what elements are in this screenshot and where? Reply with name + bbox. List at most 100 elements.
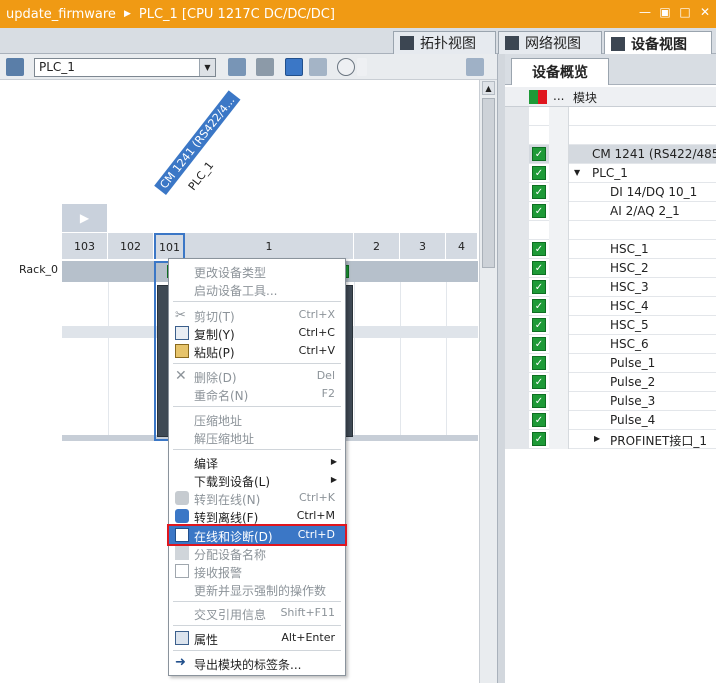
table-row[interactable]: ✓ HSC_6 [505,335,716,354]
table-row[interactable]: ✓ AI 2/AQ 2_1 [505,202,716,221]
menu-item-download-to-device[interactable]: 下载到设备(L) ▶ [169,471,345,489]
grid-icon[interactable] [228,58,246,76]
menu-item-export-labels[interactable]: ➜ 导出模块的标签条... [169,654,345,673]
tab-device-view[interactable]: 设备视图 [604,31,712,55]
zoom-dropdown-icon[interactable] [357,58,367,76]
menu-item-rename[interactable]: 重命名(N) F2 [169,385,345,403]
scissors-icon: ✂ [175,308,186,323]
table-row[interactable]: ✓ CM 1241 (RS422/485... [505,145,716,164]
tab-device-overview[interactable]: 设备概览 [511,58,609,85]
slot-header-row: 103 102 101 1 2 3 4 [62,233,478,259]
breadcrumb-device[interactable]: PLC_1 [CPU 1217C DC/DC/DC] [139,7,335,22]
name-icon[interactable] [256,58,274,76]
table-row[interactable] [505,126,716,145]
maximize-icon[interactable]: □ [678,5,692,19]
table-row[interactable]: ✓ Pulse_1 [505,354,716,373]
menu-item-shortcut: Ctrl+K [298,491,335,504]
table-row[interactable]: ✓ Pulse_2 [505,373,716,392]
menu-item-assign-device-name[interactable]: 分配设备名称 [169,544,345,562]
row-gutter [505,164,529,183]
minimize-icon[interactable]: — [638,5,652,19]
menu-item-go-online[interactable]: 转到在线(N) Ctrl+K [169,489,345,507]
check-icon: ✓ [532,413,546,427]
column-header-module[interactable]: 模块 [573,89,597,106]
scroll-up-icon[interactable]: ▲ [482,81,495,95]
menu-item-decompress-address[interactable]: 解压缩地址 [169,428,345,446]
scrollbar-thumb[interactable] [482,98,495,268]
table-row[interactable]: ✓ HSC_3 [505,278,716,297]
row-dots-cell [549,164,569,183]
table-row[interactable]: ✓ DI 14/DQ 10_1 [505,183,716,202]
table-row[interactable] [505,221,716,240]
row-gutter [505,316,529,335]
module-name: HSC_6 [610,337,649,351]
rack-view-icon[interactable] [6,58,24,76]
module-label-plc[interactable]: PLC_1 [186,159,217,193]
menu-item-compress-address[interactable]: 压缩地址 [169,410,345,428]
menu-item-cross-reference[interactable]: 交叉引用信息 Shift+F11 [169,604,345,622]
menu-item-update-forced-operands[interactable]: 更新并显示强制的操作数 [169,580,345,598]
menu-item-delete[interactable]: ✕ 删除(D) Del [169,367,345,385]
menu-item-properties[interactable]: 属性 Alt+Enter [169,629,345,647]
slot-3[interactable]: 3 [400,233,446,259]
menu-item-start-device-tool[interactable]: 启动设备工具... [169,280,345,298]
menu-item-online-diagnostics[interactable]: 在线和诊断(D) Ctrl+D [167,524,347,546]
slot-2[interactable]: 2 [354,233,400,259]
row-dots-cell [549,392,569,411]
check-icon: ✓ [532,299,546,313]
check-icon: ✓ [532,204,546,218]
slot-divider [354,282,355,440]
menu-item-go-offline[interactable]: 转到离线(F) Ctrl+M [169,507,345,525]
menu-item-shortcut: Ctrl+V [298,344,335,357]
splitter-handle[interactable] [497,54,505,683]
tab-network-view[interactable]: 网络视图 [498,31,602,54]
show-labels-icon[interactable] [285,58,303,76]
column-header-dots[interactable]: ... [553,89,564,103]
expand-icon[interactable]: ▶ [594,434,600,443]
status-column-icon[interactable] [529,90,547,104]
vertical-scrollbar[interactable]: ▲ [479,80,497,683]
slot-expander-icon[interactable]: ▶ [62,204,107,232]
module-name: PROFINET接口_1 [610,434,707,448]
slot-4[interactable]: 4 [446,233,478,259]
menu-item-compile[interactable]: 编译 ▶ [169,453,345,471]
table-row[interactable]: ✓ Pulse_4 [505,411,716,430]
slot-103[interactable]: 103 [62,233,108,259]
collapse-icon[interactable]: ▼ [574,168,580,177]
slot-1[interactable]: 1 [185,233,354,259]
restore-icon[interactable]: ▣ [658,5,672,19]
module-name: Pulse_3 [610,394,656,408]
device-overview-pane: 设备概览 ... 模块 ✓ CM 1241 (RS422/485... ✓ ▼ PLC_… [505,54,716,683]
menu-item-receive-alarms[interactable]: 接收报警 [169,562,345,580]
close-icon[interactable]: ✕ [698,5,712,19]
table-row[interactable]: ✓ HSC_5 [505,316,716,335]
menu-item-paste[interactable]: 粘贴(P) Ctrl+V [169,342,345,360]
menu-item-label: 接收报警 [194,566,243,580]
breadcrumb-project[interactable]: update_firmware [6,7,116,22]
table-row[interactable]: ✓ ▼ PLC_1 [505,164,716,183]
table-row[interactable] [505,107,716,126]
zoom-icon[interactable] [337,58,355,76]
name-icon [175,546,189,560]
table-row[interactable]: ✓ Pulse_3 [505,392,716,411]
row-dots-cell [549,335,569,354]
check-icon: ✓ [532,318,546,332]
menu-item-change-device[interactable]: 更改设备类型 [169,262,345,280]
table-row[interactable]: ✓ HSC_1 [505,240,716,259]
slot-102[interactable]: 102 [108,233,154,259]
device-select[interactable]: PLC_1 ▼ [34,58,216,77]
chevron-down-icon[interactable]: ▼ [199,59,215,76]
table-icon[interactable] [309,58,327,76]
tab-topology-view[interactable]: 拓扑视图 [393,31,496,54]
menu-item-copy[interactable]: 复制(Y) Ctrl+C [169,324,345,342]
menu-item-shortcut: Ctrl+C [298,326,335,339]
menu-item-cut[interactable]: ✂ 剪切(T) Ctrl+X [169,306,345,324]
row-dots-cell [549,202,569,221]
slot-101[interactable]: 101 [154,233,185,259]
overview-icon[interactable] [466,58,484,76]
table-row[interactable]: ✓ HSC_2 [505,259,716,278]
menu-separator [173,406,341,407]
table-row[interactable]: ✓ ▶ PROFINET接口_1 [505,430,716,449]
table-row[interactable]: ✓ HSC_4 [505,297,716,316]
module-name: AI 2/AQ 2_1 [610,204,680,218]
